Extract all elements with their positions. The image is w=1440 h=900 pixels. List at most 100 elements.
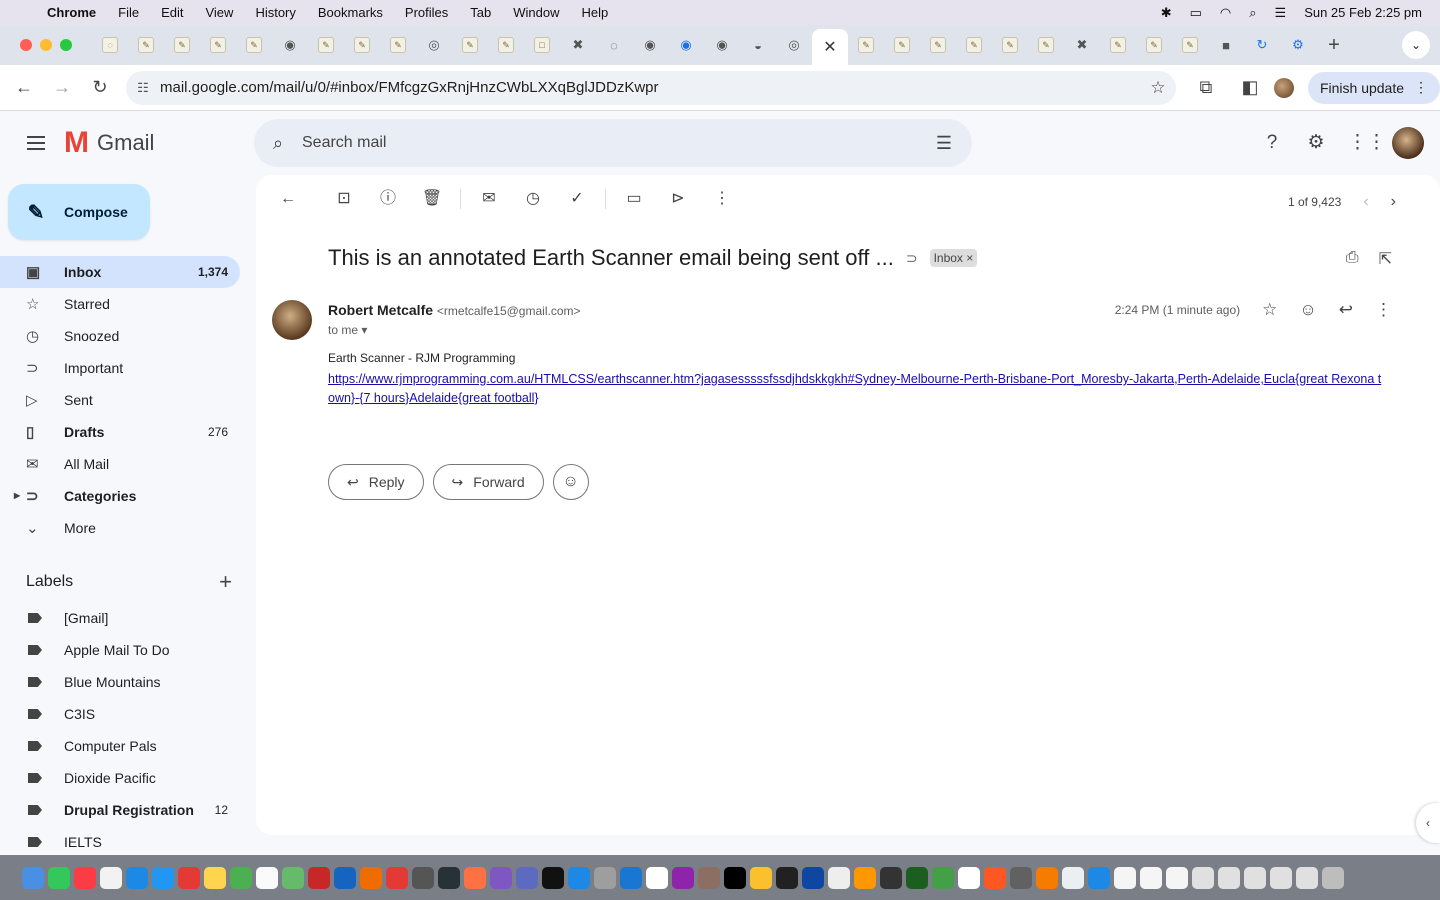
help-icon[interactable]: ? — [1260, 131, 1284, 155]
older-chevron-right-icon[interactable]: › — [1391, 193, 1396, 211]
trash-icon[interactable] — [1322, 866, 1344, 889]
spotlight-search-icon[interactable]: ⌕ — [1249, 5, 1256, 21]
app-icon[interactable] — [932, 866, 954, 889]
bbedit-icon[interactable] — [516, 866, 538, 889]
app-icon[interactable] — [854, 866, 876, 889]
app-icon[interactable] — [698, 866, 720, 889]
label-as-icon[interactable]: ⊳ — [656, 187, 700, 211]
maps-icon[interactable] — [282, 866, 304, 889]
menubar-clock[interactable]: Sun 25 Feb 2:25 pm — [1304, 5, 1422, 20]
launchpad-icon[interactable] — [490, 866, 512, 889]
address-bar[interactable]: ☷ mail.google.com/mail/u/0/#inbox/FMfcgz… — [126, 70, 1176, 105]
apple-tv-icon[interactable] — [542, 866, 564, 889]
minimize-window-button[interactable] — [40, 39, 52, 51]
emoji-reaction-icon[interactable]: ☺ — [1299, 300, 1316, 320]
app-icon[interactable] — [802, 866, 824, 889]
window-thumbnail-icon[interactable] — [1244, 866, 1266, 889]
podcasts-icon[interactable] — [672, 866, 694, 889]
browser-tab[interactable]: ✎ — [164, 25, 200, 65]
search-options-icon[interactable]: ☰ — [916, 133, 972, 154]
browser-tab[interactable]: ✎ — [380, 25, 416, 65]
sender-avatar[interactable] — [272, 300, 312, 340]
importance-marker-icon[interactable]: ⊃ — [906, 250, 918, 267]
zoom-window-button[interactable] — [60, 39, 72, 51]
browser-tab[interactable]: ✎ — [200, 25, 236, 65]
compose-button[interactable]: ✎ Compose — [8, 184, 150, 240]
create-label-plus-icon[interactable]: + — [219, 569, 232, 595]
zoom-icon[interactable] — [334, 866, 356, 889]
browser-tab[interactable]: ✎ — [884, 25, 920, 65]
document-icon[interactable] — [1062, 866, 1084, 889]
search-input[interactable]: Search mail — [302, 134, 916, 152]
sidebar-item-starred[interactable]: ☆ Starred — [0, 288, 240, 320]
menu-file[interactable]: File — [107, 5, 150, 20]
back-arrow-icon[interactable]: ← — [6, 70, 42, 106]
menu-help[interactable]: Help — [571, 5, 620, 20]
newer-chevron-left-icon[interactable]: ‹ — [1363, 193, 1368, 211]
window-thumbnail-icon[interactable] — [1192, 866, 1214, 889]
browser-tab[interactable]: ✎ — [956, 25, 992, 65]
archive-icon[interactable]: ⊡ — [322, 187, 366, 211]
bluetooth-icon[interactable]: ✱ — [1161, 5, 1172, 21]
photos-icon[interactable] — [360, 866, 382, 889]
sidebar-item-inbox[interactable]: ▣ Inbox 1,374 — [0, 256, 240, 288]
window-thumbnail-icon[interactable] — [1140, 866, 1162, 889]
terminal-icon[interactable] — [776, 866, 798, 889]
label-item-blue-mountains[interactable]: Blue Mountains — [0, 666, 240, 698]
chrome-icon[interactable] — [750, 866, 772, 889]
window-thumbnail-icon[interactable] — [1296, 866, 1318, 889]
browser-tab[interactable]: ◉ — [704, 25, 740, 65]
mail-icon[interactable] — [152, 866, 174, 889]
app-icon[interactable] — [906, 866, 928, 889]
browser-tab[interactable]: ✎ — [488, 25, 524, 65]
settings-gear-icon[interactable]: ⚙ — [1304, 131, 1328, 155]
site-info-icon[interactable]: ☷ — [126, 80, 160, 96]
browser-tab[interactable]: ◌ — [596, 25, 632, 65]
search-bar[interactable]: ⌕ Search mail ☰ — [254, 119, 972, 167]
menu-view[interactable]: View — [194, 5, 244, 20]
email-body-link[interactable]: https://www.rjmprogramming.com.au/HTMLCS… — [328, 370, 1388, 408]
browser-tab[interactable]: ✎ — [1100, 25, 1136, 65]
app-store-icon[interactable] — [568, 866, 590, 889]
browser-tab[interactable]: ↻ — [1244, 25, 1280, 65]
label-item-dioxide-pacific[interactable]: Dioxide Pacific — [0, 762, 240, 794]
label-item-c3is[interactable]: C3IS — [0, 698, 240, 730]
calculator-icon[interactable] — [594, 866, 616, 889]
safari-icon[interactable] — [126, 866, 148, 889]
messages-icon[interactable] — [48, 866, 70, 889]
browser-tab[interactable]: ✎ — [344, 25, 380, 65]
terminal-icon[interactable] — [438, 866, 460, 889]
label-item-apple-mail-to-do[interactable]: Apple Mail To Do — [0, 634, 240, 666]
window-thumbnail-icon[interactable] — [1114, 866, 1136, 889]
browser-tab[interactable]: ✎ — [308, 25, 344, 65]
xcode-icon[interactable] — [620, 866, 642, 889]
browser-tab[interactable]: ✎ — [1172, 25, 1208, 65]
label-item-gmail[interactable]: [Gmail] — [0, 602, 240, 634]
active-tab-close-icon[interactable]: ✕ — [812, 29, 848, 65]
label-item-computer-pals[interactable]: Computer Pals — [0, 730, 240, 762]
calendar-icon[interactable] — [646, 866, 668, 889]
sidebar-item-sent[interactable]: ▷ Sent — [0, 384, 240, 416]
browser-tab[interactable]: ◎ — [416, 25, 452, 65]
menu-window[interactable]: Window — [502, 5, 570, 20]
firefox-icon[interactable] — [984, 866, 1006, 889]
side-panel-toggle-chevron-icon[interactable]: ‹ — [1416, 803, 1440, 843]
sidebar-item-snoozed[interactable]: ◷ Snoozed — [0, 320, 240, 352]
browser-tab[interactable]: ◉ — [668, 25, 704, 65]
search-icon[interactable]: ⌕ — [254, 133, 302, 154]
wifi-icon[interactable]: ◠ — [1220, 5, 1231, 21]
label-item-drupal-registration[interactable]: Drupal Registration 12 — [0, 794, 240, 826]
browser-tab[interactable]: ✎ — [236, 25, 272, 65]
app-icon[interactable] — [958, 866, 980, 889]
filezilla-icon[interactable] — [308, 866, 330, 889]
browser-tab[interactable]: ✖ — [1064, 25, 1100, 65]
textedit-icon[interactable] — [256, 866, 278, 889]
more-vert-icon[interactable]: ⋮ — [1375, 300, 1392, 320]
browser-tab[interactable]: ■ — [1208, 25, 1244, 65]
facetime-icon[interactable] — [230, 866, 252, 889]
star-icon[interactable]: ☆ — [1262, 300, 1277, 320]
url-text[interactable]: mail.google.com/mail/u/0/#inbox/FMfcgzGx… — [160, 79, 1140, 96]
app-icon[interactable] — [100, 866, 122, 889]
bookmark-star-icon[interactable]: ☆ — [1140, 78, 1176, 98]
new-tab-plus-icon[interactable]: + — [1316, 34, 1352, 57]
